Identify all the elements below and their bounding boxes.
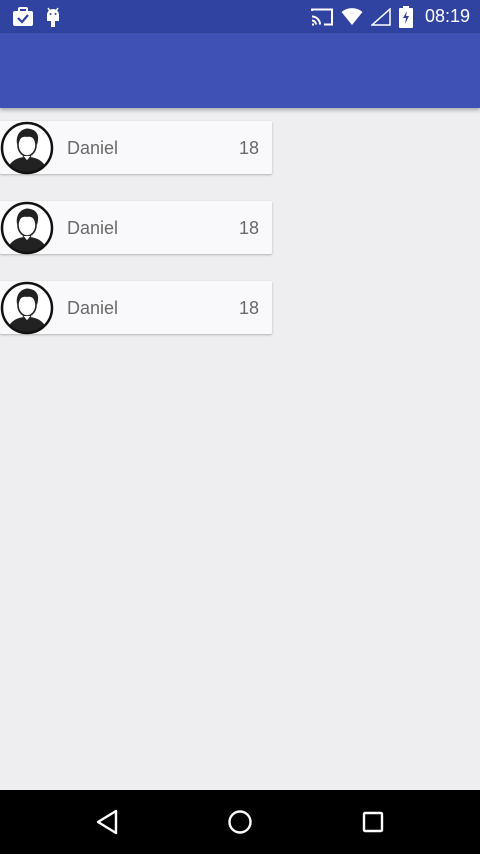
person-age: 18 [238, 138, 259, 158]
home-button[interactable] [210, 790, 270, 854]
app-bar [0, 33, 480, 108]
recents-icon [362, 811, 384, 833]
person-avatar-icon [0, 201, 54, 255]
person-avatar-icon [0, 121, 54, 175]
briefcase-check-icon [12, 6, 34, 27]
person-name: Daniel [67, 218, 119, 238]
person-name: Daniel [67, 298, 119, 318]
recents-button[interactable] [343, 790, 403, 854]
person-age: 18 [238, 298, 259, 318]
back-button[interactable] [77, 790, 137, 854]
cast-icon [310, 8, 333, 26]
battery-charging-icon [398, 5, 413, 28]
back-icon [95, 809, 119, 835]
person-age: 18 [238, 218, 259, 238]
signal-icon [370, 7, 391, 26]
person-avatar-icon [0, 281, 54, 335]
home-icon [227, 809, 253, 835]
android-debug-icon [44, 6, 62, 28]
list-item[interactable]: Daniel 18 [0, 281, 272, 335]
person-list: Daniel 18 Daniel 18 Daniel 18 [0, 121, 272, 361]
navigation-bar [0, 790, 480, 854]
person-name: Daniel [67, 138, 119, 158]
clock: 08:19 [424, 6, 470, 26]
wifi-icon [341, 7, 363, 26]
list-item[interactable]: Daniel 18 [0, 121, 272, 175]
list-item[interactable]: Daniel 18 [0, 201, 272, 255]
status-bar: 08:19 [0, 0, 480, 33]
